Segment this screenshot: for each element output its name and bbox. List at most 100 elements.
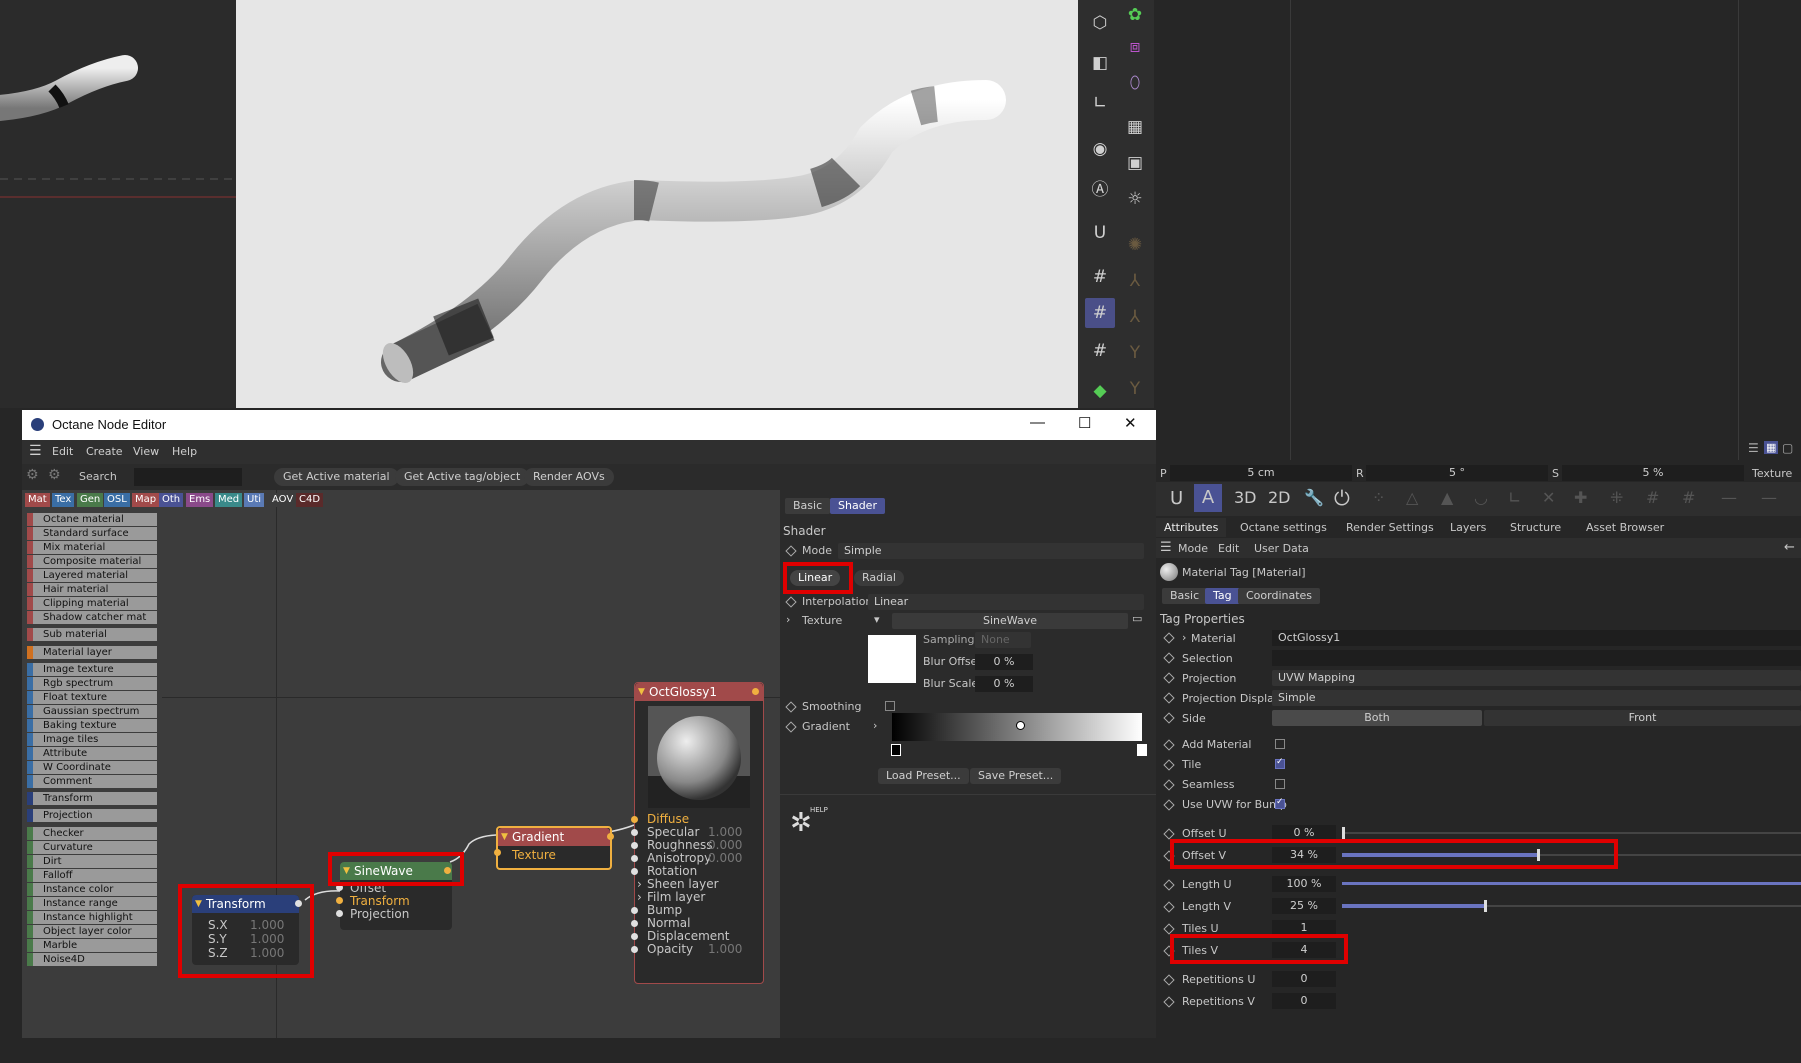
octglossy-input-pin[interactable] xyxy=(631,829,638,836)
material-field[interactable]: OctGlossy1 xyxy=(1272,630,1801,646)
selection-field[interactable] xyxy=(1272,650,1801,666)
chevron-down-icon[interactable]: ▾ xyxy=(874,613,880,626)
plus-icon[interactable]: ✚ xyxy=(1574,488,1587,507)
line-icon[interactable]: — xyxy=(1721,488,1737,507)
keyframe-icon[interactable] xyxy=(1163,779,1175,791)
tab-render-settings[interactable]: Render Settings xyxy=(1346,521,1434,534)
chevron-right-icon[interactable]: › xyxy=(637,890,642,904)
eye-icon[interactable]: ◉ xyxy=(1085,134,1115,164)
menu-help[interactable]: Help xyxy=(172,445,197,458)
gradient-node[interactable]: Gradient Texture xyxy=(494,826,614,870)
side-both-button[interactable]: Both xyxy=(1272,710,1482,726)
branch2-icon[interactable]: Y xyxy=(1120,374,1150,404)
joint2-icon[interactable]: ⅄ xyxy=(1120,302,1150,332)
keyframe-icon[interactable] xyxy=(1163,996,1175,1008)
octglossy-input-value[interactable]: 0.000 xyxy=(708,838,742,852)
length-u-field[interactable]: 100 % xyxy=(1272,876,1336,892)
projection-display-dropdown[interactable]: Simple xyxy=(1272,690,1801,706)
close-icon[interactable]: ✕ xyxy=(1124,414,1137,432)
tab-shader[interactable]: Shader xyxy=(830,498,885,514)
octglossy-input-value[interactable]: 1.000 xyxy=(708,942,742,956)
radial-button[interactable]: Radial xyxy=(854,570,904,586)
octglossy-output-pin[interactable] xyxy=(752,688,759,695)
grid-view-icon[interactable]: ▦ xyxy=(1764,441,1779,454)
magnet-icon[interactable]: U xyxy=(1170,488,1183,509)
length-u-slider[interactable] xyxy=(1342,882,1801,885)
chevron-right-icon[interactable]: › xyxy=(1182,631,1186,644)
gradient-stop-black[interactable] xyxy=(891,744,901,756)
2d-icon[interactable]: 2D xyxy=(1268,488,1291,507)
keyframe-icon[interactable] xyxy=(1163,739,1175,751)
hash-icon[interactable]: # xyxy=(1646,488,1659,507)
gradient-stop-white[interactable] xyxy=(1137,744,1147,756)
keyframe-icon[interactable] xyxy=(1163,974,1175,986)
settings-icon[interactable]: ⚙ xyxy=(26,467,39,483)
corner-icon[interactable]: ∟ xyxy=(1508,488,1521,507)
tab-structure[interactable]: Structure xyxy=(1510,521,1561,534)
grid-a-icon[interactable]: # xyxy=(1085,336,1115,366)
keyframe-icon[interactable] xyxy=(785,701,797,713)
keyframe-icon[interactable] xyxy=(785,721,797,733)
tab-tag[interactable]: Tag xyxy=(1205,588,1240,604)
load-preset-button[interactable]: Load Preset... xyxy=(878,768,969,784)
keyframe-icon[interactable] xyxy=(785,596,797,608)
keyframe-icon[interactable] xyxy=(1163,692,1175,704)
x-icon[interactable]: ✕ xyxy=(1542,488,1555,507)
length-v-slider[interactable] xyxy=(1342,900,1801,912)
octglossy-node[interactable]: OctGlossy1 DiffuseSpecular1.000Roughness… xyxy=(631,682,764,984)
magnet-icon[interactable]: U xyxy=(1085,218,1115,248)
add-material-checkbox[interactable] xyxy=(1275,739,1285,749)
octglossy-input-pin[interactable] xyxy=(631,816,638,823)
list-view-icon[interactable]: ☰ xyxy=(1748,441,1759,455)
menu-edit[interactable]: Edit xyxy=(52,445,73,458)
spline-icon[interactable]: ⬯ xyxy=(1120,68,1150,98)
line2-icon[interactable]: — xyxy=(1761,488,1777,507)
offset-u-slider[interactable] xyxy=(1342,827,1801,839)
tab-layers[interactable]: Layers xyxy=(1450,521,1486,534)
hamburger-icon[interactable]: ☰ xyxy=(29,443,42,459)
mode-dropdown[interactable]: Simple xyxy=(838,543,1144,559)
square-icon[interactable]: ◧ xyxy=(1085,48,1115,78)
tab-coordinates[interactable]: Coordinates xyxy=(1238,588,1321,604)
sinewave-input-pin[interactable] xyxy=(336,910,343,917)
keyframe-icon[interactable] xyxy=(1163,712,1175,724)
hamburger-icon[interactable]: ☰ xyxy=(1160,540,1172,555)
cone-icon[interactable]: ▲ xyxy=(1441,488,1453,507)
get-active-tag-button[interactable]: Get Active tag/object xyxy=(395,468,530,486)
keyframe-icon[interactable] xyxy=(1163,879,1175,891)
grid-dots-icon[interactable]: ⁜ xyxy=(1610,488,1623,507)
offset-u-slider-handle[interactable] xyxy=(1342,827,1345,839)
grid-snap-icon[interactable]: # xyxy=(1085,262,1115,292)
s-field[interactable]: 5 % xyxy=(1562,465,1744,481)
chevron-right-icon[interactable]: › xyxy=(786,613,790,626)
interpolation-dropdown[interactable]: Linear xyxy=(868,594,1144,610)
octglossy-input-pin[interactable] xyxy=(631,920,638,927)
repetitions-u-field[interactable]: 0 xyxy=(1272,971,1336,987)
single-view-icon[interactable]: ▢ xyxy=(1782,441,1793,455)
sampling-dropdown[interactable]: None xyxy=(975,632,1031,648)
main-viewport[interactable] xyxy=(236,0,1078,408)
octglossy-input-pin[interactable] xyxy=(631,868,638,875)
chevron-right-icon[interactable]: › xyxy=(637,877,642,891)
cube-icon[interactable]: ⬡ xyxy=(1085,8,1115,38)
gradient-texture-pin[interactable] xyxy=(494,849,501,856)
octglossy-input-pin[interactable] xyxy=(631,946,638,953)
tab-octane-settings[interactable]: Octane settings xyxy=(1240,521,1327,534)
menu-edit[interactable]: Edit xyxy=(1218,542,1239,555)
keyframe-icon[interactable] xyxy=(1163,632,1175,644)
octglossy-input-value[interactable]: 0.000 xyxy=(708,851,742,865)
joint-icon[interactable]: ⅄ xyxy=(1120,266,1150,296)
keyframe-icon[interactable] xyxy=(1163,672,1175,684)
sinewave-input-pin[interactable] xyxy=(336,897,343,904)
menu-user-data[interactable]: User Data xyxy=(1254,542,1309,555)
dots-icon[interactable]: ⁘ xyxy=(1372,488,1385,507)
gradient-output-pin[interactable] xyxy=(607,833,614,840)
render-aovs-button[interactable]: Render AOVs xyxy=(524,468,614,486)
get-active-material-button[interactable]: Get Active material xyxy=(274,468,399,486)
tab-basic[interactable]: Basic xyxy=(785,498,831,514)
tile-checkbox[interactable] xyxy=(1275,757,1285,769)
menu-create[interactable]: Create xyxy=(86,445,123,458)
keyframe-icon[interactable] xyxy=(1163,828,1175,840)
gradient-midpoint-knob[interactable] xyxy=(1016,721,1025,730)
gradient-ramp[interactable] xyxy=(892,713,1142,741)
